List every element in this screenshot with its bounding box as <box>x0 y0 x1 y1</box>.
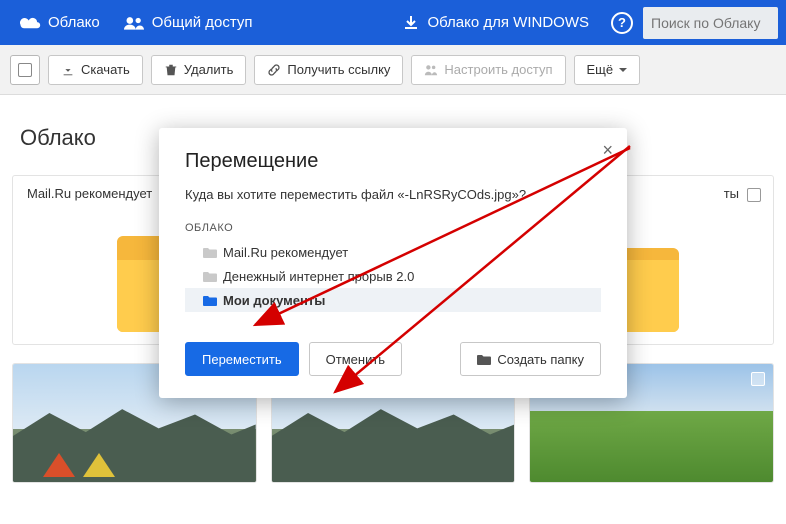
select-all-checkbox[interactable] <box>10 55 40 85</box>
tree-item-label: Денежный интернет прорыв 2.0 <box>223 269 414 284</box>
download-icon <box>403 15 419 31</box>
get-link-button[interactable]: Получить ссылку <box>254 55 403 85</box>
nav-cloud-label: Облако <box>48 14 100 31</box>
move-button-label: Переместить <box>202 352 282 367</box>
share-button[interactable]: Настроить доступ <box>411 55 565 85</box>
nav-shared[interactable]: Общий доступ <box>112 0 265 45</box>
dialog-actions: Переместить Отменить Создать папку <box>185 342 601 376</box>
more-label: Ещё <box>587 62 614 77</box>
chevron-down-icon <box>619 66 627 74</box>
more-button[interactable]: Ещё <box>574 55 641 85</box>
nav-cloud[interactable]: Облако <box>8 0 112 45</box>
nav-shared-label: Общий доступ <box>152 14 253 31</box>
download-label: Скачать <box>81 62 130 77</box>
search-input[interactable] <box>643 7 778 39</box>
cloud-icon <box>20 16 42 30</box>
link-icon <box>267 63 281 77</box>
get-link-label: Получить ссылку <box>287 62 390 77</box>
share-label: Настроить доступ <box>444 62 552 77</box>
folder-name-left[interactable]: Mail.Ru рекомендует <box>27 186 152 201</box>
close-icon[interactable]: × <box>602 140 613 161</box>
delete-button[interactable]: Удалить <box>151 55 247 85</box>
cancel-button-label: Отменить <box>326 352 385 367</box>
folder-small-icon <box>203 295 217 306</box>
cancel-button[interactable]: Отменить <box>309 342 402 376</box>
help-icon[interactable]: ? <box>611 12 633 34</box>
tree-item[interactable]: Денежный интернет прорыв 2.0 <box>185 264 601 288</box>
create-folder-label: Создать папку <box>497 352 584 367</box>
toolbar: Скачать Удалить Получить ссылку Настроит… <box>0 45 786 95</box>
tree-item-label: Mail.Ru рекомендует <box>223 245 348 260</box>
folder-tree: Mail.Ru рекомендует Денежный интернет пр… <box>185 240 601 312</box>
dialog-title: Перемещение <box>185 150 601 173</box>
create-folder-button[interactable]: Создать папку <box>460 342 601 376</box>
tree-item[interactable]: Mail.Ru рекомендует <box>185 240 601 264</box>
users-icon <box>124 16 144 30</box>
folder-small-icon <box>203 271 217 282</box>
folder-checkbox[interactable] <box>747 188 761 202</box>
download-button[interactable]: Скачать <box>48 55 143 85</box>
nav-windows-download[interactable]: Облако для WINDOWS <box>391 0 601 45</box>
nav-windows-label: Облако для WINDOWS <box>427 14 589 31</box>
share-users-icon <box>424 63 438 77</box>
tree-item-selected[interactable]: Мои документы <box>185 288 601 312</box>
delete-label: Удалить <box>184 62 234 77</box>
move-dialog: × Перемещение Куда вы хотите переместить… <box>159 128 627 398</box>
folder-small-icon <box>203 247 217 258</box>
app-header: Облако Общий доступ Облако для WINDOWS ? <box>0 0 786 45</box>
move-button[interactable]: Переместить <box>185 342 299 376</box>
tree-root-label: ОБЛАКО <box>185 222 601 234</box>
trash-icon <box>164 63 178 77</box>
photo-checkbox[interactable] <box>751 372 765 386</box>
download-small-icon <box>61 63 75 77</box>
folder-small-icon <box>477 354 491 365</box>
folder-name-right[interactable]: ты <box>724 186 739 201</box>
dialog-question: Куда вы хотите переместить файл «-LnRSRy… <box>185 187 601 202</box>
tree-item-label: Мои документы <box>223 293 325 308</box>
